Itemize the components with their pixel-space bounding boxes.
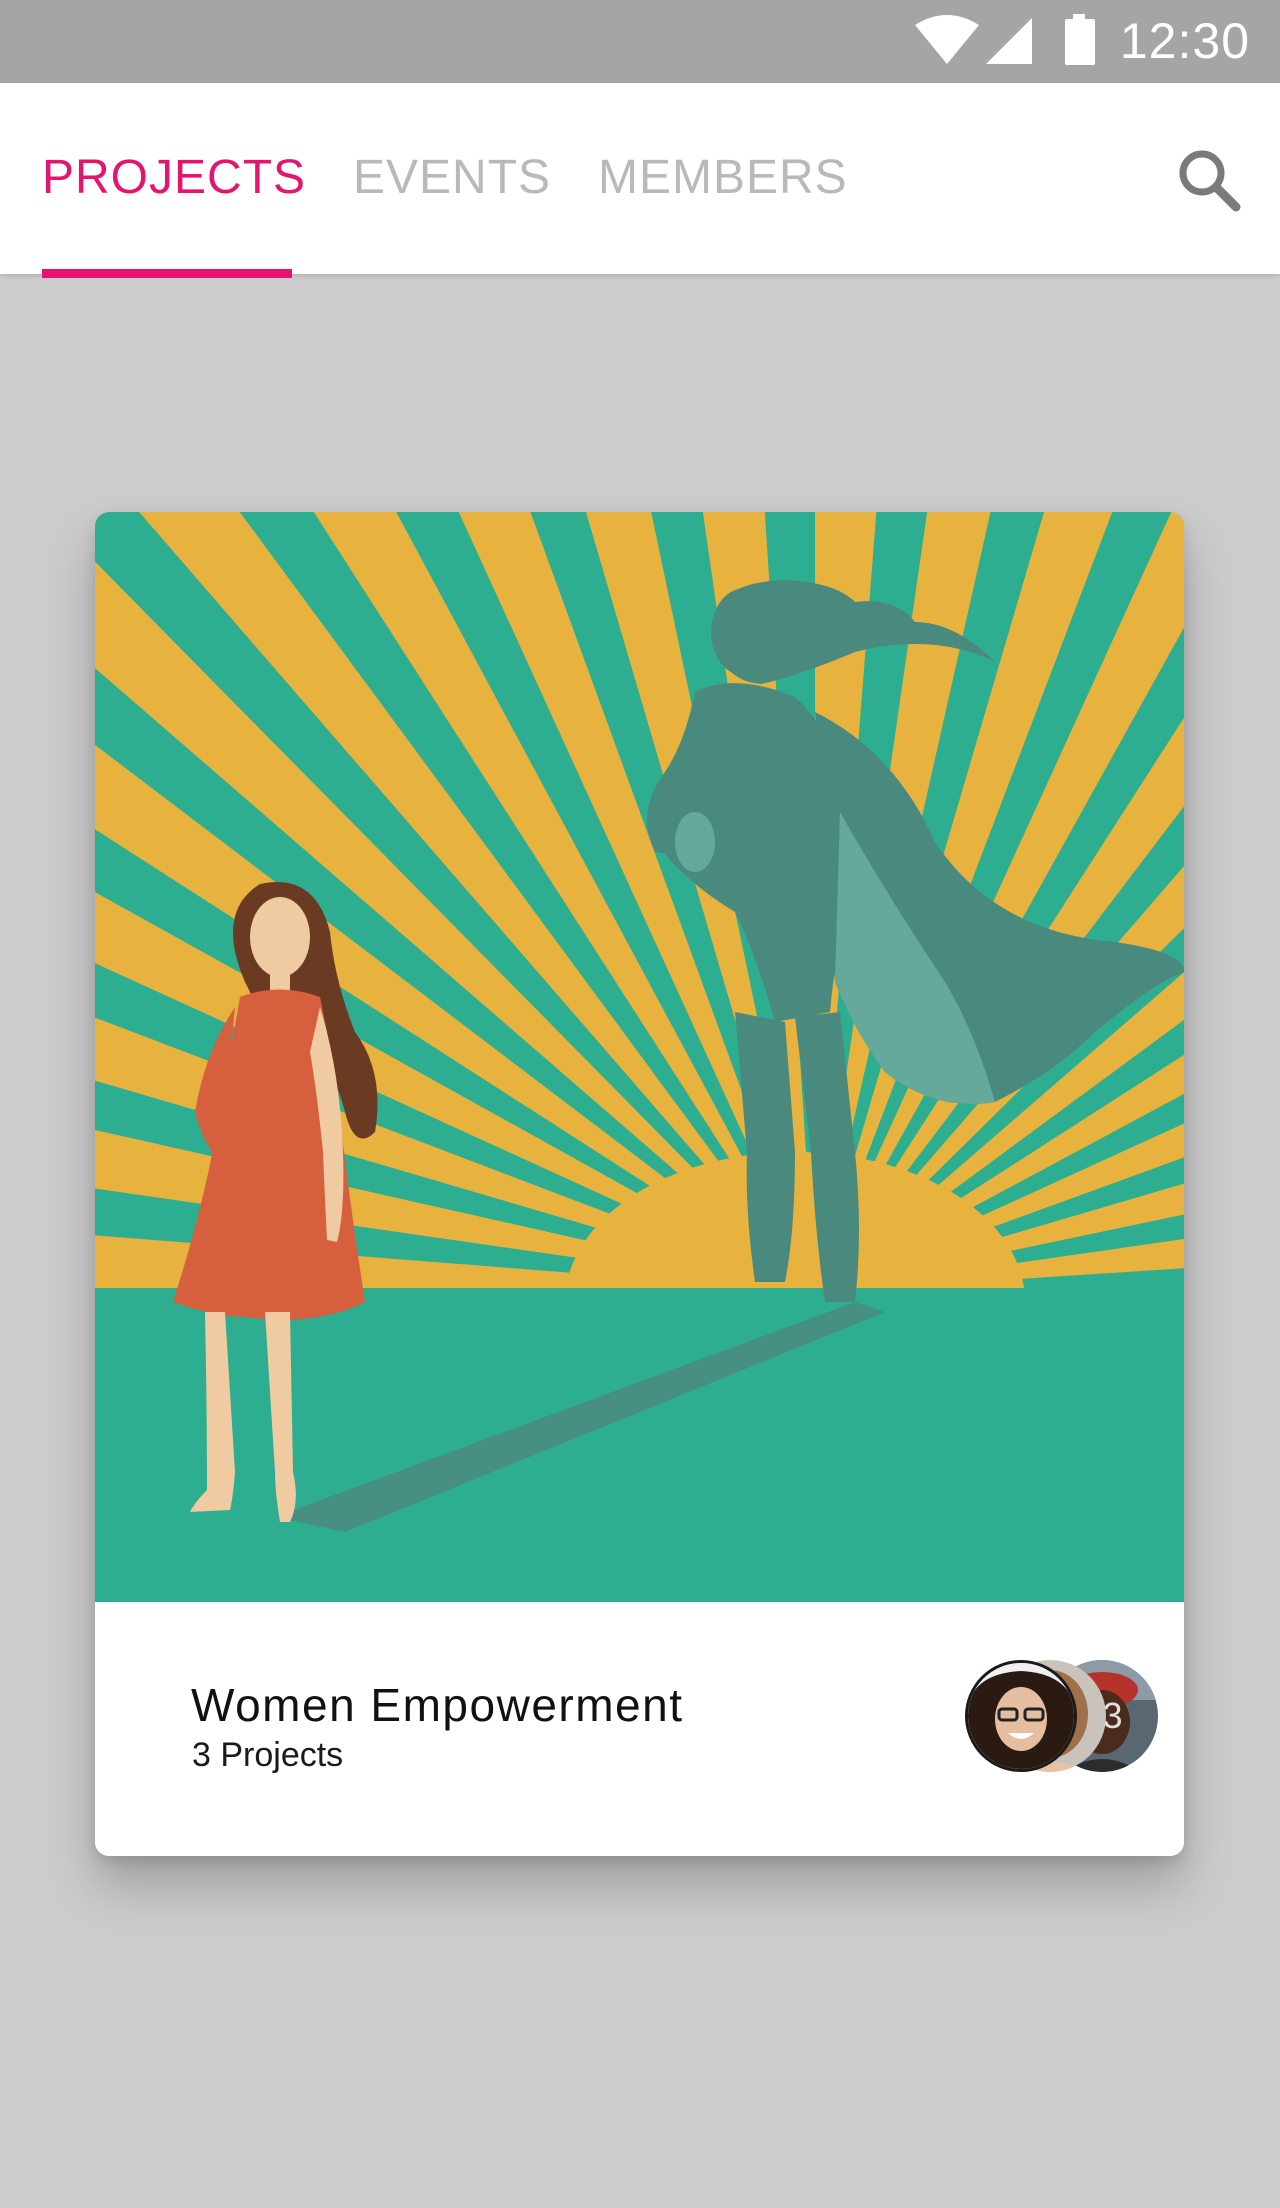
- tab-projects[interactable]: PROJECTS: [42, 83, 306, 274]
- search-icon: [1179, 150, 1241, 212]
- active-tab-indicator: [42, 269, 292, 278]
- card-subtitle: 3 Projects: [192, 1736, 344, 1774]
- card-footer: Women Empowerment 3 Projects +3: [95, 1602, 1184, 1856]
- tab-events[interactable]: EVENTS: [353, 83, 551, 274]
- card-title: Women Empowerment: [191, 1679, 684, 1731]
- tab-bar: PROJECTS EVENTS MEMBERS: [0, 83, 1280, 278]
- tab-members[interactable]: MEMBERS: [598, 83, 848, 274]
- wifi-icon: [915, 15, 979, 64]
- status-bar: 12:30: [0, 0, 1280, 83]
- member-avatar: [965, 1660, 1077, 1772]
- project-card[interactable]: Women Empowerment 3 Projects +3: [95, 512, 1184, 1856]
- cell-signal-icon: [986, 18, 1032, 64]
- woman-superhero-illustration: [95, 512, 1184, 1602]
- battery-icon: [1065, 14, 1095, 65]
- search-button[interactable]: [1170, 141, 1250, 221]
- status-time: 12:30: [1119, 13, 1250, 69]
